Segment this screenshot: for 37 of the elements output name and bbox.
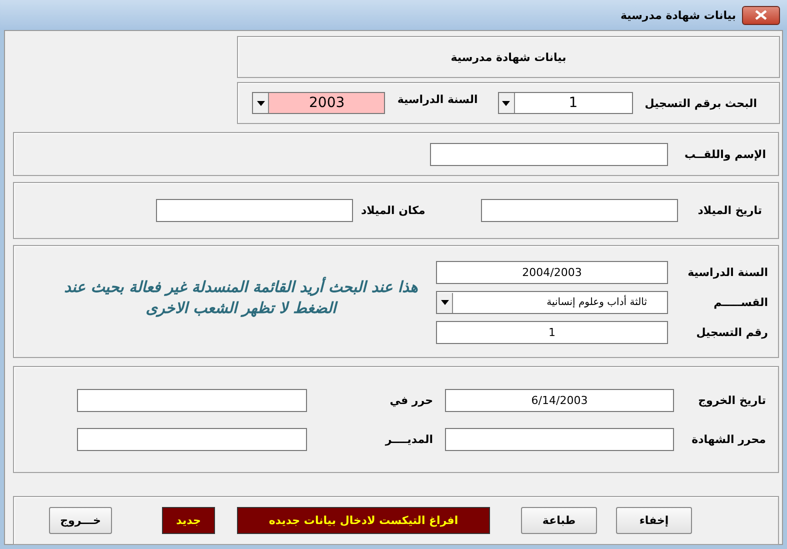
- action-button[interactable]: افراغ التيكست لادخال بيانات جديده: [237, 507, 490, 534]
- field-label: تاريخ الميلاد: [696, 204, 762, 217]
- window-title: بيانات شهادة مدرسية: [620, 8, 736, 22]
- combo-box[interactable]: 1: [498, 92, 633, 114]
- field-label: القســـــم: [712, 296, 768, 309]
- close-icon: [754, 10, 768, 20]
- action-button[interactable]: طباعة: [521, 507, 597, 534]
- input-field[interactable]: [445, 428, 674, 450]
- field-label: حرر في: [388, 394, 434, 406]
- input-field[interactable]: [156, 199, 353, 222]
- field-label: السنة الدراسية: [686, 266, 768, 279]
- input-field[interactable]: [77, 388, 307, 412]
- input-field[interactable]: [77, 428, 307, 450]
- input-field[interactable]: 2004/2003: [436, 261, 668, 284]
- input-field[interactable]: 6/14/2003: [445, 388, 674, 412]
- field-label: تاريخ الخروج: [697, 394, 766, 406]
- form-title: بيانات شهادة مدرسية: [450, 50, 566, 64]
- field-label: الإسم واللقــب: [683, 148, 766, 160]
- combo-box[interactable]: ثالثة أداب وعلوم إنسانية: [436, 291, 668, 314]
- dropdown-icon[interactable]: [498, 93, 515, 113]
- dropdown-icon[interactable]: [437, 292, 453, 312]
- field-label: رقم التسجيل: [695, 326, 768, 339]
- action-button[interactable]: جديد: [162, 507, 215, 534]
- input-field[interactable]: [430, 142, 668, 166]
- field-label: محرر الشهادة: [690, 432, 766, 446]
- note-text: هذا عند البحث أريد القائمة المنسدلة غير فعالة بحيث عند الضغط لا تظهر الشعب الاخرى: [63, 276, 419, 318]
- field-label: السنة الدراسية: [397, 93, 478, 106]
- dropdown-icon[interactable]: [253, 93, 270, 113]
- action-button[interactable]: خـــروج: [49, 507, 112, 534]
- field-label: البحث برقم التسجيل: [644, 96, 757, 110]
- close-button[interactable]: [742, 6, 780, 24]
- field-label: المديــــر: [384, 432, 434, 446]
- combo-box[interactable]: 2003: [252, 92, 386, 114]
- action-button[interactable]: إخفاء: [616, 507, 692, 534]
- input-field[interactable]: 1: [436, 321, 668, 344]
- field-label: مكان الميلاد: [361, 204, 426, 217]
- input-field[interactable]: [481, 199, 678, 222]
